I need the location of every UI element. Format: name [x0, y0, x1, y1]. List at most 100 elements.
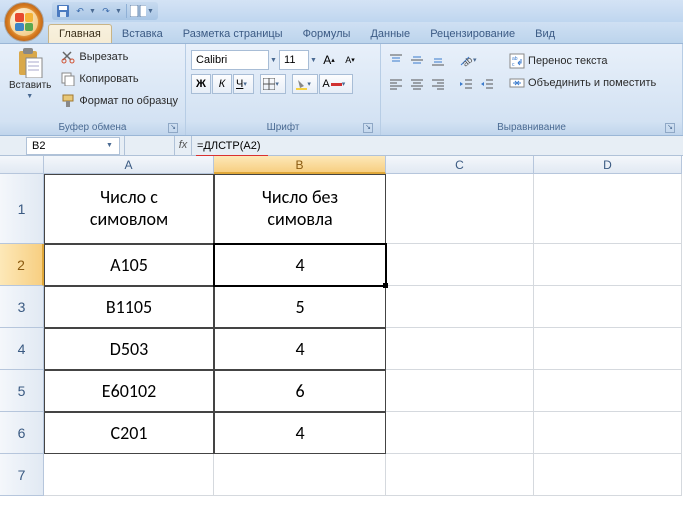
font-launcher[interactable]: ↘: [363, 123, 373, 133]
undo-dropdown[interactable]: ▼: [89, 8, 97, 15]
cell-A3[interactable]: B1105: [44, 286, 214, 328]
cell-B4[interactable]: 4: [214, 328, 386, 370]
col-header-C[interactable]: C: [386, 156, 534, 174]
row-header-6[interactable]: 6: [0, 412, 44, 454]
cell-A4[interactable]: D503: [44, 328, 214, 370]
merge-button[interactable]: Объединить и поместить: [507, 72, 658, 94]
row-header-2[interactable]: 2: [0, 244, 44, 286]
cell-D6[interactable]: [534, 412, 682, 454]
format-painter-button[interactable]: Формат по образцу: [58, 90, 180, 112]
alignment-launcher[interactable]: ↘: [665, 123, 675, 133]
tab-pagelayout[interactable]: Разметка страницы: [173, 25, 293, 43]
fx-button[interactable]: fx: [174, 136, 192, 155]
decrease-indent-button[interactable]: [456, 74, 476, 94]
redo-button[interactable]: ↷: [98, 3, 114, 19]
cell-B7[interactable]: [214, 454, 386, 496]
shrink-font-button[interactable]: A▾: [340, 50, 360, 70]
cell-A6[interactable]: C201: [44, 412, 214, 454]
cell-D3[interactable]: [534, 286, 682, 328]
select-all-corner[interactable]: [0, 156, 44, 174]
align-middle-button[interactable]: [407, 50, 427, 70]
grow-font-button[interactable]: A▴: [319, 50, 339, 70]
name-box[interactable]: B2 ▼: [26, 137, 120, 155]
font-name-dropdown[interactable]: ▼: [270, 57, 278, 64]
row-header-4[interactable]: 4: [0, 328, 44, 370]
cell-A1[interactable]: Число с симовлом: [44, 174, 214, 244]
wrap-text-button[interactable]: abc Перенос текста: [507, 50, 658, 72]
tab-data[interactable]: Данные: [360, 25, 420, 43]
format-painter-icon: [60, 93, 76, 109]
paste-dropdown[interactable]: ▼: [26, 93, 34, 100]
tab-review[interactable]: Рецензирование: [420, 25, 525, 43]
borders-button[interactable]: ▾: [260, 74, 286, 94]
cell-A7[interactable]: [44, 454, 214, 496]
align-left-button[interactable]: [386, 74, 406, 94]
cell-B5[interactable]: 6: [214, 370, 386, 412]
save-button[interactable]: [55, 3, 71, 19]
row-header-1[interactable]: 1: [0, 174, 44, 244]
clipboard-launcher[interactable]: ↘: [168, 123, 178, 133]
qat-more[interactable]: ▼: [147, 8, 155, 15]
cell-C4[interactable]: [386, 328, 534, 370]
tab-formulas[interactable]: Формулы: [293, 25, 361, 43]
row-header-3[interactable]: 3: [0, 286, 44, 328]
tab-insert[interactable]: Вставка: [112, 25, 173, 43]
undo-button[interactable]: ↶: [72, 3, 88, 19]
cell-C1[interactable]: [386, 174, 534, 244]
cell-D1[interactable]: [534, 174, 682, 244]
align-right-button[interactable]: [428, 74, 448, 94]
fill-color-button[interactable]: ▾: [292, 74, 318, 94]
cell-B6[interactable]: 4: [214, 412, 386, 454]
svg-text:ab: ab: [460, 54, 473, 67]
col-header-A[interactable]: A: [44, 156, 214, 174]
align-center-button[interactable]: [407, 74, 427, 94]
row-header-7[interactable]: 7: [0, 454, 44, 496]
cell-B2[interactable]: 4: [214, 244, 386, 286]
font-name-input[interactable]: [191, 50, 269, 70]
cell-B3[interactable]: 5: [214, 286, 386, 328]
qat-extra-button[interactable]: [130, 3, 146, 19]
paste-button[interactable]: Вставить ▼: [5, 46, 55, 102]
qat-customize[interactable]: ▼: [115, 8, 123, 15]
cell-C6[interactable]: [386, 412, 534, 454]
font-size-input[interactable]: [279, 50, 309, 70]
group-font: ▼ ▼ A▴ A▾ Ж К Ч▾ ▾ ▾ A▾ Шрифт ↘: [186, 44, 381, 135]
tab-view[interactable]: Вид: [525, 25, 565, 43]
merge-icon: [509, 75, 525, 91]
cell-D2[interactable]: [534, 244, 682, 286]
col-header-D[interactable]: D: [534, 156, 682, 174]
tab-home[interactable]: Главная: [48, 24, 112, 43]
office-button[interactable]: [4, 2, 44, 42]
underline-button[interactable]: Ч▾: [233, 74, 254, 94]
orientation-button[interactable]: ab▾: [456, 50, 484, 70]
cell-C7[interactable]: [386, 454, 534, 496]
cell-D4[interactable]: [534, 328, 682, 370]
cell-C3[interactable]: [386, 286, 534, 328]
cell-A5[interactable]: E60102: [44, 370, 214, 412]
formula-bar: B2 ▼ fx =ДЛСТР(A2): [0, 136, 683, 156]
ribbon-tabs: Главная Вставка Разметка страницы Формул…: [0, 22, 683, 44]
align-bottom-button[interactable]: [428, 50, 448, 70]
cell-D5[interactable]: [534, 370, 682, 412]
spreadsheet-grid: A B C D 1 Число с симовлом Число без сим…: [0, 156, 683, 496]
font-size-dropdown[interactable]: ▼: [310, 57, 318, 64]
copy-button[interactable]: Копировать: [58, 68, 180, 90]
increase-indent-button[interactable]: [477, 74, 497, 94]
cell-B1[interactable]: Число без симовла: [214, 174, 386, 244]
format-painter-label: Формат по образцу: [79, 95, 178, 107]
col-header-B[interactable]: B: [214, 156, 386, 174]
cell-A2[interactable]: A105: [44, 244, 214, 286]
cut-button[interactable]: Вырезать: [58, 46, 180, 68]
cell-C5[interactable]: [386, 370, 534, 412]
row-header-5[interactable]: 5: [0, 370, 44, 412]
group-alignment-label: Выравнивание ↘: [386, 121, 677, 135]
titlebar: ↶ ▼ ↷ ▼ ▼: [0, 0, 683, 22]
name-box-dropdown[interactable]: ▼: [106, 142, 114, 149]
bold-button[interactable]: Ж: [191, 74, 211, 94]
cell-D7[interactable]: [534, 454, 682, 496]
cell-C2[interactable]: [386, 244, 534, 286]
formula-input[interactable]: =ДЛСТР(A2): [192, 140, 683, 152]
italic-button[interactable]: К: [212, 74, 232, 94]
font-color-button[interactable]: A▾: [319, 74, 352, 94]
align-top-button[interactable]: [386, 50, 406, 70]
